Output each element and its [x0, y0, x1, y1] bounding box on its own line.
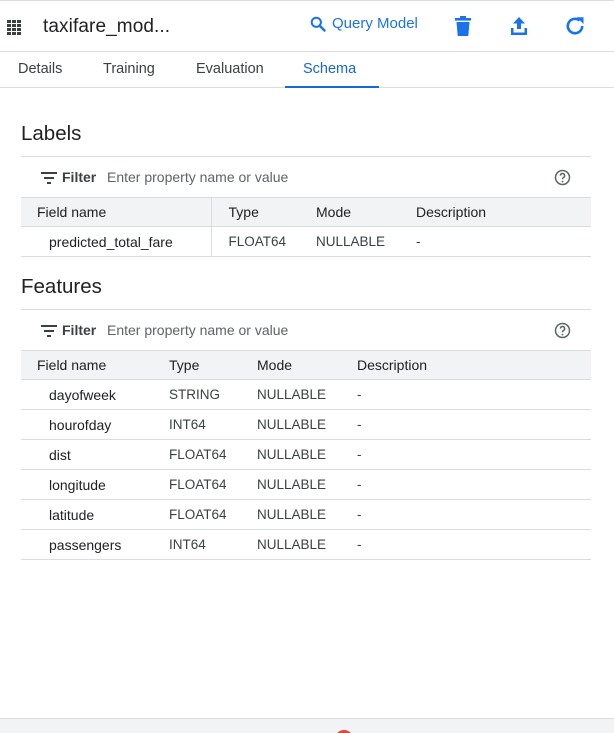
filter-label: Filter [62, 169, 97, 185]
labels-table: Field name Type Mode Description predict… [21, 197, 591, 257]
features-filter-input[interactable] [107, 319, 527, 341]
filter-label: Filter [62, 322, 97, 338]
query-model-label: Query Model [332, 15, 418, 32]
description-cell: - [341, 379, 591, 410]
tab-evaluation[interactable]: Evaluation [178, 52, 282, 88]
type-cell: INT64 [153, 529, 241, 560]
table-row: dayofweek STRING NULLABLE - [21, 379, 591, 410]
model-grid-icon [7, 20, 21, 35]
table-row: predicted_total_fare FLOAT64 NULLABLE - [21, 226, 591, 257]
mode-cell: NULLABLE [241, 379, 341, 410]
features-table: Field name Type Mode Description dayofwe… [21, 350, 591, 560]
mode-cell: NULLABLE [241, 469, 341, 500]
table-header-row: Field name Type Mode Description [21, 197, 591, 227]
table-row: latitude FLOAT64 NULLABLE - [21, 499, 591, 530]
field-name-cell: dayofweek [21, 379, 153, 410]
tab-training[interactable]: Training [85, 52, 173, 88]
column-header-type[interactable]: Type [211, 197, 299, 227]
filter-lines-icon[interactable] [41, 172, 57, 184]
mode-cell: NULLABLE [299, 226, 399, 257]
description-cell: - [341, 409, 591, 440]
field-name-cell: dist [21, 439, 153, 470]
column-header-field-name[interactable]: Field name [21, 197, 212, 227]
tab-schema[interactable]: Schema [285, 52, 379, 88]
filter-lines-icon[interactable] [41, 325, 57, 337]
field-name-cell: predicted_total_fare [21, 226, 212, 257]
table-header-row: Field name Type Mode Description [21, 350, 591, 380]
field-name-cell: longitude [21, 469, 153, 500]
labels-heading: Labels [21, 122, 82, 145]
description-cell: - [341, 529, 591, 560]
bottom-strip [0, 718, 614, 733]
query-model-button[interactable]: Query Model [310, 15, 418, 32]
field-name-cell: latitude [21, 499, 153, 530]
column-header-field-name[interactable]: Field name [21, 350, 153, 380]
search-icon [310, 16, 326, 32]
help-circle-icon[interactable] [554, 169, 571, 186]
type-cell: FLOAT64 [211, 226, 299, 257]
type-cell: FLOAT64 [153, 439, 241, 470]
column-header-type[interactable]: Type [153, 350, 241, 380]
model-title: taxifare_mod... [43, 16, 171, 37]
description-cell: - [399, 226, 591, 257]
type-cell: FLOAT64 [153, 469, 241, 500]
type-cell: STRING [153, 379, 241, 410]
upload-icon[interactable] [508, 15, 530, 37]
mode-cell: NULLABLE [241, 499, 341, 530]
table-row: passengers INT64 NULLABLE - [21, 529, 591, 560]
table-row: dist FLOAT64 NULLABLE - [21, 439, 591, 470]
labels-filter-input[interactable] [107, 166, 527, 188]
model-header: taxifare_mod... Query Model [0, 0, 614, 52]
trash-icon[interactable] [452, 15, 474, 37]
column-header-description[interactable]: Description [341, 350, 591, 380]
field-name-cell: passengers [21, 529, 153, 560]
tab-bar: Details Training Evaluation Schema [0, 52, 614, 88]
mode-cell: NULLABLE [241, 439, 341, 470]
type-cell: FLOAT64 [153, 499, 241, 530]
features-heading: Features [21, 275, 102, 298]
description-cell: - [341, 469, 591, 500]
mode-cell: NULLABLE [241, 409, 341, 440]
table-row: hourofday INT64 NULLABLE - [21, 409, 591, 440]
description-cell: - [341, 439, 591, 470]
tab-details[interactable]: Details [0, 52, 80, 88]
column-header-mode[interactable]: Mode [241, 350, 341, 380]
labels-filter-bar: Filter [21, 156, 591, 197]
table-row: longitude FLOAT64 NULLABLE - [21, 469, 591, 500]
refresh-icon[interactable] [564, 15, 586, 37]
help-circle-icon[interactable] [554, 322, 571, 339]
mode-cell: NULLABLE [241, 529, 341, 560]
field-name-cell: hourofday [21, 409, 153, 440]
features-filter-bar: Filter [21, 309, 591, 350]
type-cell: INT64 [153, 409, 241, 440]
column-header-mode[interactable]: Mode [299, 197, 399, 227]
description-cell: - [341, 499, 591, 530]
column-header-description[interactable]: Description [399, 197, 591, 227]
